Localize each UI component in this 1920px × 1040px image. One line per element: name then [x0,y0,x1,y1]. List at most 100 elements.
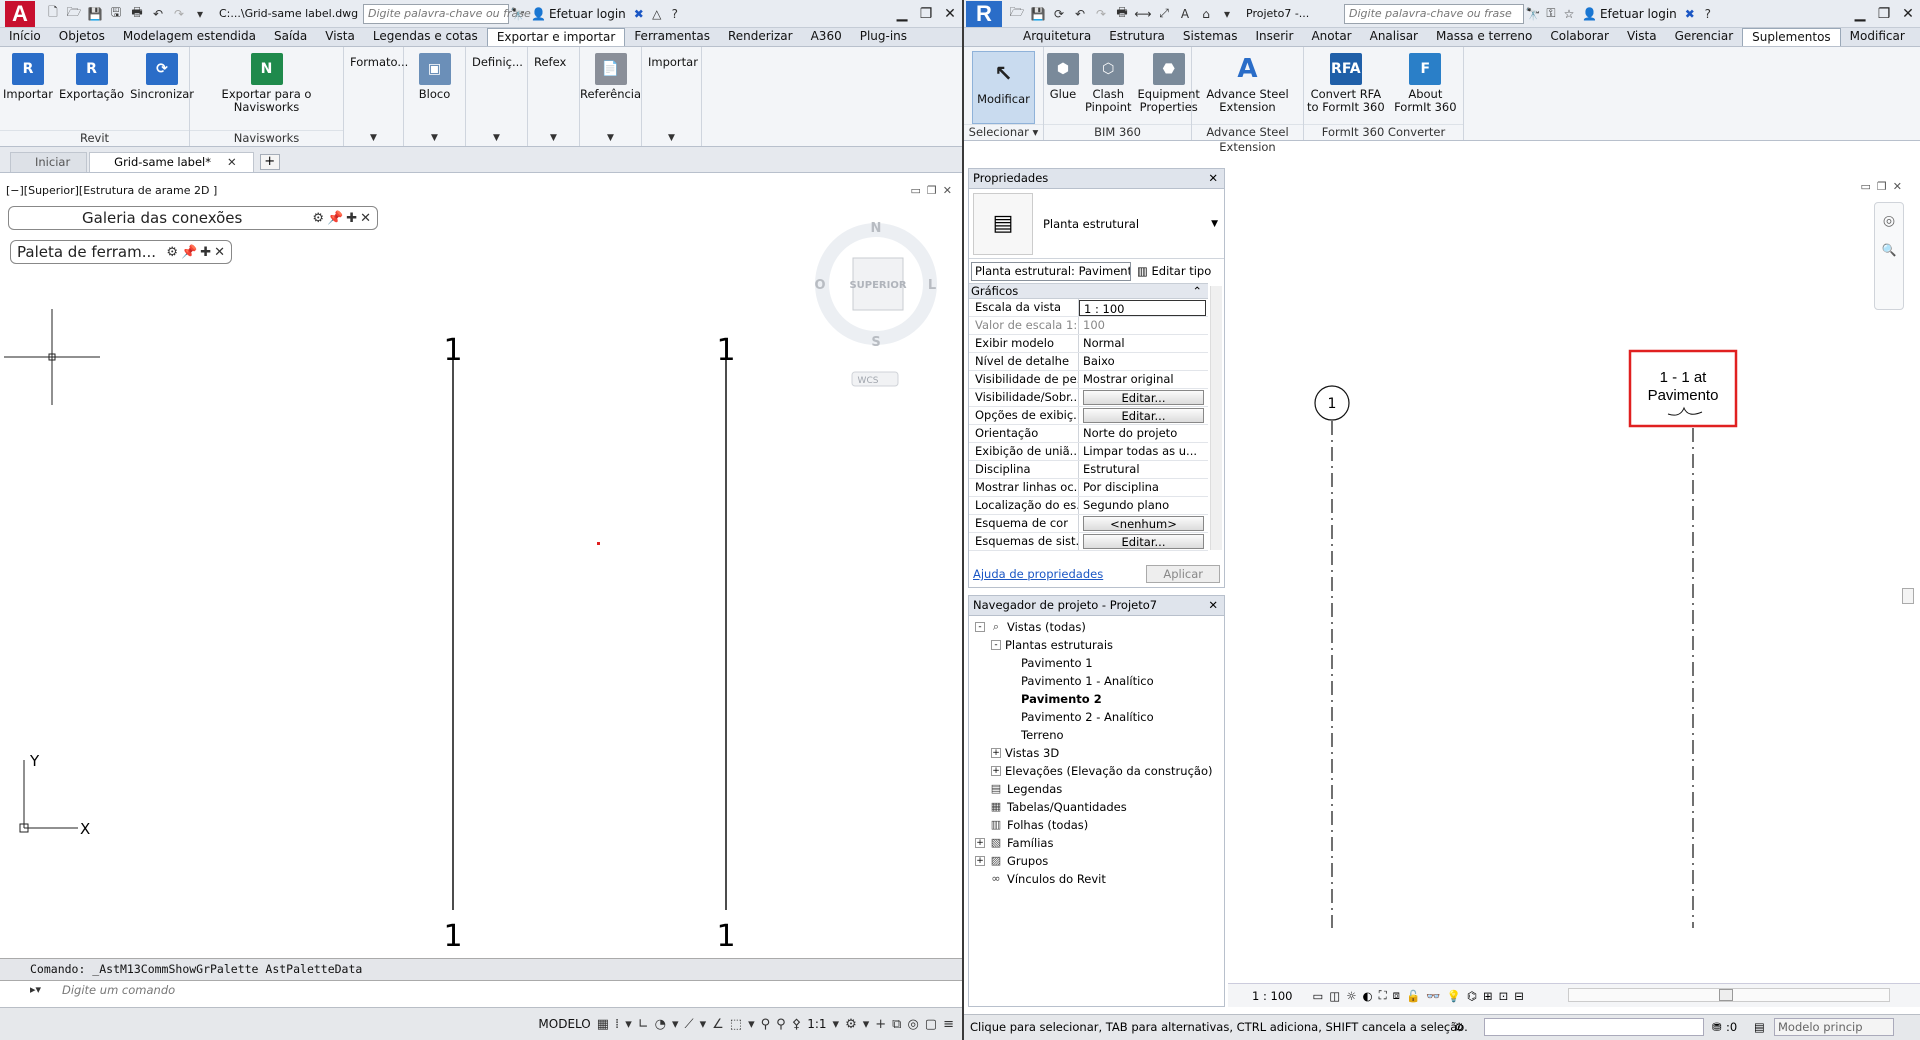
close-icon[interactable]: ✕ [1208,596,1218,615]
autocad-tab[interactable]: Início [0,28,50,46]
revit-tab[interactable]: Anotar [1302,28,1360,46]
refex-label[interactable]: Refex [528,47,579,130]
restore-icon[interactable]: ❐ [1872,2,1896,26]
autocad-tab[interactable]: Modelagem estendida [114,28,265,46]
expand-icon[interactable]: + [991,766,1001,776]
redo-icon[interactable]: ↷ [1092,5,1110,23]
hardware-accel-icon[interactable]: ◎ [907,1017,918,1032]
browser-item[interactable]: - Plantas estruturais [969,636,1224,654]
crop-icon[interactable]: ⛶ [1379,988,1387,1003]
revit-login-button[interactable]: 👤 Efetuar login [1578,7,1681,21]
osnap-icon[interactable]: ⬚ [730,1017,742,1032]
property-value[interactable]: Limpar todas as u... [1079,443,1208,460]
advance-steel-button[interactable]: A Advance Steel Extension [1203,53,1291,114]
revit-tab[interactable]: Estrutura [1100,28,1174,46]
formato-label[interactable]: Formato... [344,47,408,130]
revit-tab[interactable]: Vista [1618,28,1666,46]
osnap-track-icon[interactable]: ∠ [712,1017,724,1032]
exchange-apps-icon[interactable]: ✖ [630,5,648,23]
sun-path-icon[interactable]: ☼ [1346,989,1356,1003]
horizontal-scrollbar[interactable] [1568,988,1890,1002]
browser-item[interactable]: + ▧ Famílias [969,834,1224,852]
customize-menu-icon[interactable]: ≡ [943,1017,954,1032]
print-icon[interactable]: 🖶 [1113,5,1131,23]
property-value[interactable]: Segundo plano [1079,497,1208,514]
help-icon[interactable]: ? [1699,5,1717,23]
collapse-icon[interactable]: ⌃ [1192,284,1202,298]
doc-tab-drawing[interactable]: Grid-same label* ✕ [89,152,254,172]
revit-tab[interactable]: Gerenciar [1666,28,1743,46]
analytical-icon[interactable]: ⌬ [1467,989,1477,1003]
chevron-down-icon[interactable]: ▾ [700,1017,707,1032]
property-value[interactable]: Estrutural [1079,461,1208,478]
browser-item[interactable]: Pavimento 2 - Analítico [969,708,1224,726]
properties-scrollbar[interactable] [1210,286,1222,550]
chevron-down-icon[interactable]: ▼ [642,130,701,146]
panel-selecionar-label[interactable]: Selecionar ▾ [964,124,1043,140]
chevron-down-icon[interactable]: ▼ [466,130,527,146]
edit-type-button[interactable]: ▥ Editar tipo [1137,264,1211,278]
revit-app-button[interactable]: R [964,0,1004,28]
customize-dropdown-icon[interactable]: ▾ [191,5,209,23]
glue-button[interactable]: ⬢ Glue [1044,53,1082,101]
subscription-icon[interactable]: ⚿ [1542,5,1560,23]
save-as-icon[interactable]: 🖫 [107,5,125,23]
property-row[interactable]: Valor de escala 1: 100 [969,317,1208,335]
temp-hide-icon[interactable]: 👓 [1426,989,1440,1003]
shadows-icon[interactable]: ◐ [1363,989,1373,1003]
browser-item[interactable]: Terreno [969,726,1224,744]
model-space-toggle[interactable]: MODELO [538,1017,590,1031]
reveal-hidden-icon[interactable]: 💡 [1447,989,1461,1003]
property-row[interactable]: Visibilidade/Sobr... Editar... [969,389,1208,407]
autocad-tab[interactable]: Exportar e importar [486,28,626,46]
ortho-icon[interactable]: ∟ [638,1017,649,1032]
property-value[interactable]: 1 : 100 [1079,300,1206,316]
worksets-icon[interactable]: ⚙ [1454,1015,1464,1039]
isodraft-icon[interactable]: ⟋ [685,1017,694,1032]
autocad-tab[interactable]: Ferramentas [625,28,719,46]
annotation-scale-icon[interactable]: ⚴ [792,1017,802,1032]
property-value[interactable]: Norte do projeto [1079,425,1208,442]
viewcube-face[interactable]: SUPERIOR [849,280,906,291]
plus-icon[interactable]: + [875,1017,886,1032]
grid-icon[interactable]: ▦ [597,1017,609,1032]
export-revit-button[interactable]: R Exportação [56,53,127,101]
command-input[interactable]: Digite um comando [0,980,962,1000]
polar-icon[interactable]: ◔ [655,1017,666,1032]
redo-icon[interactable]: ↷ [170,5,188,23]
show-crop-icon[interactable]: ⧈ [1393,988,1400,1003]
a360-icon[interactable]: △ [648,5,666,23]
restore-icon[interactable]: ❐ [914,2,938,26]
favorites-star-icon[interactable]: ☆ [1560,5,1578,23]
print-icon[interactable]: 🖶 [128,5,146,23]
wcs-menu[interactable]: WCS [858,376,879,386]
sync-central-icon[interactable]: ⟳ [1050,5,1068,23]
property-value[interactable]: 100 [1079,317,1208,334]
unlock-3d-icon[interactable]: 🔓 [1406,989,1420,1003]
autocad-tab[interactable]: Objetos [50,28,114,46]
exchange-apps-icon[interactable]: ✖ [1681,5,1699,23]
workset-dropdown[interactable] [1484,1018,1704,1036]
autocad-app-button[interactable]: A [0,0,40,28]
browser-item[interactable]: ∞ Vínculos do Revit [969,870,1224,888]
instance-selector[interactable]: Planta estrutural: Paviment ▾ [971,261,1131,281]
about-formit-button[interactable]: F About FormIt 360 [1388,53,1463,114]
chevron-down-icon[interactable]: ▼ [404,130,465,146]
property-row[interactable]: Exibir modelo Normal [969,335,1208,353]
open-folder-icon[interactable]: 🗁 [65,5,83,23]
chevron-down-icon[interactable]: ▼ [528,130,579,146]
collapse-icon[interactable]: - [975,622,985,632]
browser-item[interactable]: ▦ Tabelas/Quantidades [969,798,1224,816]
convert-rfa-button[interactable]: RFA Convert RFA to FormIt 360 [1304,53,1388,114]
open-folder-icon[interactable]: 🗁 [1008,5,1026,23]
autocad-tab[interactable]: Plug-ins [851,28,916,46]
browser-item[interactable]: ▥ Folhas (todas) [969,816,1224,834]
revit-tab[interactable]: Inserir [1246,28,1302,46]
revit-search-input[interactable]: Digite palavra-chave ou frase [1344,3,1524,24]
new-file-icon[interactable]: 🗋 [44,5,62,23]
property-row[interactable]: Orientação Norte do projeto [969,425,1208,443]
new-tab-button[interactable]: + [259,154,280,170]
property-value[interactable]: Por disciplina [1079,479,1208,496]
viewcube-east[interactable]: L [928,278,936,293]
chevron-down-icon[interactable]: ▾ [748,1017,755,1032]
